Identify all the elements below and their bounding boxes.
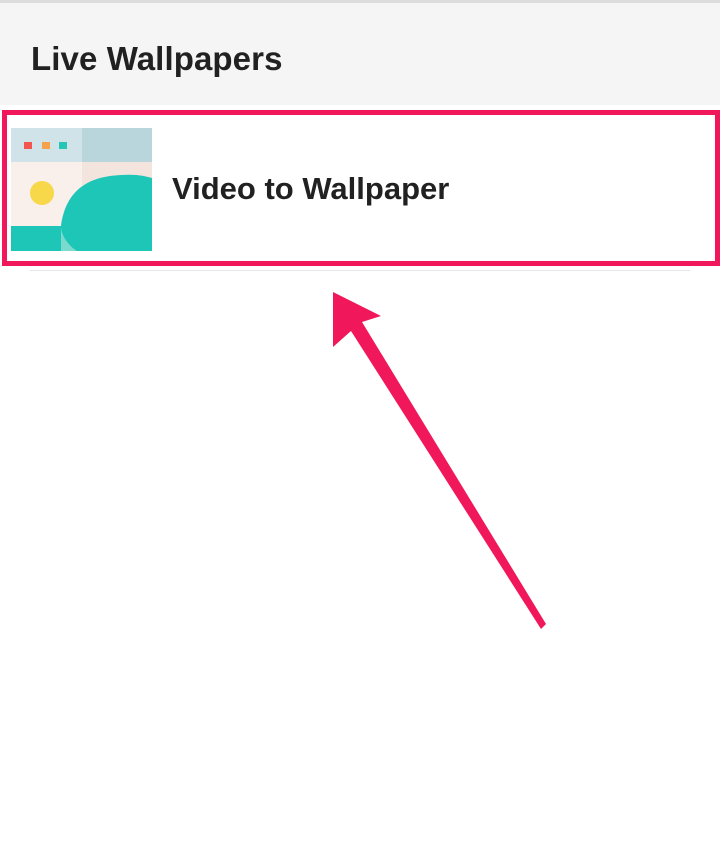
page-title: Live Wallpapers <box>31 40 283 77</box>
divider <box>30 270 690 271</box>
list-item-label: Video to Wallpaper <box>172 171 450 206</box>
app-header: Live Wallpapers <box>0 3 720 105</box>
video-wallpaper-thumbnail-icon <box>11 128 152 251</box>
list-item-video-to-wallpaper[interactable]: Video to Wallpaper <box>0 106 720 266</box>
